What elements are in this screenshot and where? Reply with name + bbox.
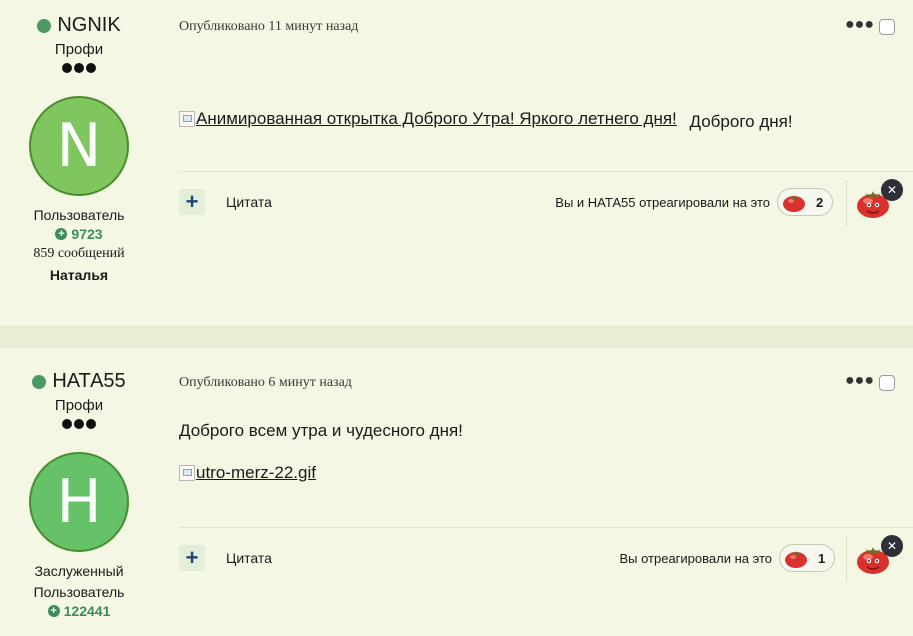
post-content: Доброго всем утра и чудесного дня! utro-… [179, 421, 463, 486]
reaction-count-pill[interactable]: 1 [779, 544, 835, 572]
author-rank: Профи [54, 41, 104, 58]
reputation-badge: + 122441 [0, 603, 158, 619]
post: NGNIK Профи N Пользователь + 9723 859 со… [0, 0, 913, 326]
online-status-icon [32, 374, 47, 389]
reaction-separator [846, 180, 847, 226]
multiquote-button[interactable]: + [179, 189, 205, 215]
post-footer-divider [179, 527, 913, 528]
post-divider [0, 326, 913, 348]
author-group: Заслуженный Пользователь [33, 563, 125, 600]
post-date[interactable]: Опубликовано 6 минут назад [179, 375, 352, 391]
author-rank: Профи [54, 397, 104, 414]
author-name[interactable]: НАТА55 [52, 370, 125, 393]
plus-circle-icon: + [55, 228, 68, 240]
quote-button[interactable]: Цитата [226, 194, 272, 210]
reaction-count-pill[interactable]: 2 [777, 188, 833, 216]
post-text: Доброго всем утра и чудесного дня! [179, 421, 463, 440]
reputation-badge: + 9723 [0, 226, 158, 242]
more-options-icon[interactable]: ●●● [845, 372, 874, 390]
post-date[interactable]: Опубликовано 11 минут назад [179, 19, 358, 35]
image-alt-text: utro-merz-22.gif [196, 463, 316, 482]
image-link[interactable]: utro-merz-22.gif [179, 463, 316, 483]
reaction-count: 2 [816, 194, 824, 210]
tomato-reaction-icon [783, 195, 805, 212]
author-name-row: НАТА55 [0, 370, 158, 393]
select-post-checkbox[interactable] [879, 19, 895, 35]
close-icon[interactable]: ✕ [881, 179, 903, 201]
avatar[interactable]: N [29, 96, 129, 196]
image-alt-text: Анимированная открытка Доброго Утра! Ярк… [196, 109, 677, 128]
broken-image-icon [179, 465, 195, 481]
reaction-separator [846, 536, 847, 582]
reaction-count: 1 [818, 550, 826, 566]
quote-button[interactable]: Цитата [226, 550, 272, 566]
author-panel: NGNIK Профи N Пользователь + 9723 859 со… [0, 0, 158, 283]
more-options-icon[interactable]: ●●● [845, 16, 874, 34]
rank-pips [0, 60, 158, 76]
avatar[interactable]: H [29, 452, 129, 552]
plus-circle-icon: + [47, 605, 60, 617]
reactions-summary[interactable]: Вы и НАТА55 отреагировали на это [555, 195, 770, 210]
close-icon[interactable]: ✕ [881, 535, 903, 557]
author-group: Пользователь [33, 207, 125, 223]
tomato-reaction-icon [785, 551, 807, 568]
post-footer-divider [179, 171, 913, 172]
post-text: Доброго дня! [689, 112, 793, 131]
select-post-checkbox[interactable] [879, 375, 895, 391]
posts-count: 859 сообщений [33, 246, 125, 261]
author-name-row: NGNIK [0, 14, 158, 37]
post-content: Анимированная открытка Доброго Утра! Ярк… [179, 109, 793, 132]
rank-pips [0, 416, 158, 432]
author-name[interactable]: NGNIK [57, 14, 120, 37]
reactions-summary[interactable]: Вы отреагировали на это [619, 551, 772, 566]
multiquote-button[interactable]: + [179, 545, 205, 571]
author-real-name: Наталья [49, 267, 109, 283]
online-status-icon [37, 18, 52, 33]
image-link[interactable]: Анимированная открытка Доброго Утра! Ярк… [179, 109, 677, 129]
broken-image-icon [179, 111, 195, 127]
post: НАТА55 Профи H Заслуженный Пользователь … [0, 348, 913, 636]
author-panel: НАТА55 Профи H Заслуженный Пользователь … [0, 348, 158, 619]
